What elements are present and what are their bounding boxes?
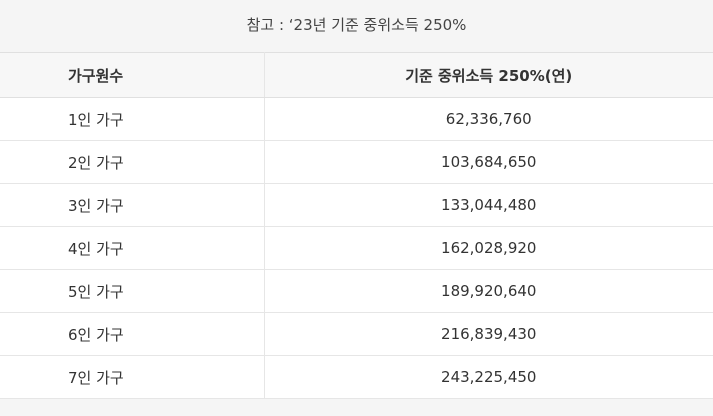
header-household-size: 가구원수	[0, 52, 265, 98]
household-cell: 5인 가구	[0, 269, 265, 313]
income-cell: 162,028,920	[264, 226, 713, 270]
household-cell: 4인 가구	[0, 226, 265, 270]
table-row: 5인 가구 189,920,640	[0, 269, 713, 313]
table-row: 6인 가구 216,839,430	[0, 312, 713, 356]
household-cell: 1인 가구	[0, 97, 265, 141]
page: 참고 : ‘23년 기준 중위소득 250% 가구원수 기준 중위소득 250%…	[0, 0, 713, 416]
table-row: 2인 가구 103,684,650	[0, 140, 713, 184]
household-cell: 3인 가구	[0, 183, 265, 227]
median-income-table: 가구원수 기준 중위소득 250%(연) 1인 가구 62,336,760 2인…	[0, 52, 713, 399]
bottom-strip	[0, 399, 713, 416]
income-cell: 243,225,450	[264, 355, 713, 399]
reference-note: 참고 : ‘23년 기준 중위소득 250%	[0, 0, 713, 52]
income-cell: 62,336,760	[264, 97, 713, 141]
household-cell: 7인 가구	[0, 355, 265, 399]
table-header-row: 가구원수 기준 중위소득 250%(연)	[0, 52, 713, 98]
table-row: 7인 가구 243,225,450	[0, 355, 713, 399]
income-cell: 216,839,430	[264, 312, 713, 356]
table-row: 1인 가구 62,336,760	[0, 97, 713, 141]
income-cell: 189,920,640	[264, 269, 713, 313]
household-cell: 2인 가구	[0, 140, 265, 184]
income-cell: 103,684,650	[264, 140, 713, 184]
table-row: 4인 가구 162,028,920	[0, 226, 713, 270]
household-cell: 6인 가구	[0, 312, 265, 356]
header-median-income: 기준 중위소득 250%(연)	[264, 52, 713, 98]
table-row: 3인 가구 133,044,480	[0, 183, 713, 227]
income-cell: 133,044,480	[264, 183, 713, 227]
